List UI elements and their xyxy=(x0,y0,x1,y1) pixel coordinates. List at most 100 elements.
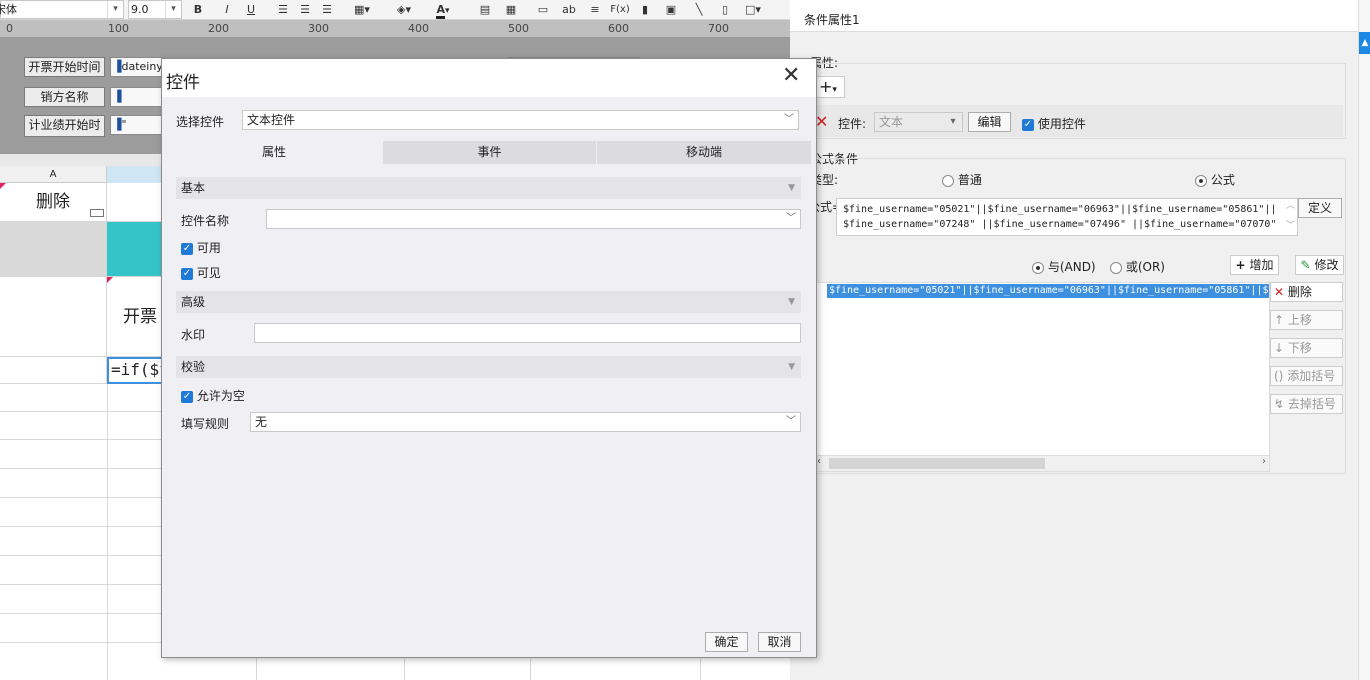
align-right-button[interactable]: ☰ xyxy=(318,1,336,19)
formula-button[interactable]: F(x) xyxy=(608,1,632,19)
edit-button[interactable]: 编辑 xyxy=(968,112,1011,132)
section-basic[interactable]: 基本 ▼ xyxy=(176,177,801,199)
section-advanced[interactable]: 高级 ▼ xyxy=(176,291,801,313)
remove-property-icon[interactable]: ✕ xyxy=(815,112,828,131)
scroll-left-icon[interactable]: ‹ xyxy=(817,456,821,467)
scroll-down-icon[interactable]: ﹀ xyxy=(1286,219,1295,234)
tab-mobile[interactable]: 移动端 xyxy=(597,141,811,164)
add-property-button[interactable]: +▾ xyxy=(813,76,845,98)
formula-textarea[interactable]: $fine_username="05021"||$fine_username="… xyxy=(836,198,1298,236)
ruler-tick: 700 xyxy=(708,22,729,35)
fill-rule-select[interactable]: 无 ﹀ xyxy=(250,412,801,432)
add-condition-button[interactable]: + 增加 xyxy=(1230,255,1279,275)
define-button[interactable]: 定义 xyxy=(1298,198,1342,218)
control-type-select[interactable]: 文本控件 ﹀ xyxy=(242,110,799,130)
enabled-checkbox[interactable]: ✓ 可用 xyxy=(181,239,221,256)
tab-events[interactable]: 事件 xyxy=(383,141,596,164)
align-center-button[interactable]: ☰ xyxy=(296,1,314,19)
radio-icon xyxy=(1110,261,1122,274)
font-name-select[interactable]: 宋体 ▾ xyxy=(0,0,124,19)
param-widget[interactable]: ▐ xyxy=(110,87,165,107)
cell[interactable] xyxy=(0,222,107,277)
align-right-icon: ☰ xyxy=(322,3,332,16)
cancel-button[interactable]: 取消 xyxy=(758,632,801,652)
font-color-button[interactable]: A▾ xyxy=(428,1,458,19)
tab-properties[interactable]: 属性 xyxy=(166,141,382,164)
align-left-button[interactable]: ☰ xyxy=(274,1,292,19)
modify-condition-button[interactable]: ✎ 修改 xyxy=(1295,255,1344,275)
fill-color-button[interactable]: ◈▾ xyxy=(392,1,416,19)
scroll-thumb[interactable] xyxy=(829,458,1045,469)
h-scrollbar[interactable]: ‹ › xyxy=(817,455,1269,471)
text-button[interactable]: ab xyxy=(558,1,580,19)
param-label[interactable]: 开票开始时间 xyxy=(24,57,105,77)
add-bracket-button[interactable]: () 添加括号 xyxy=(1270,366,1343,386)
param-widget[interactable]: ▐" xyxy=(110,115,165,135)
control-type-value: 文本 xyxy=(879,115,904,129)
image-button[interactable]: ▣ xyxy=(662,1,680,19)
cell-formula-selected[interactable]: =if($f xyxy=(107,357,163,384)
close-icon[interactable]: ✕ xyxy=(782,63,800,88)
italic-button[interactable]: I xyxy=(218,1,236,19)
bold-button[interactable]: B xyxy=(189,1,207,19)
right-scroll-strip: ▲ xyxy=(1358,0,1370,680)
scroll-up-icon[interactable]: ︿ xyxy=(1286,199,1295,214)
move-down-button[interactable]: ↓ 下移 xyxy=(1270,338,1343,358)
enabled-label: 可用 xyxy=(196,241,221,255)
font-size-select[interactable]: 9.0 ▾ xyxy=(128,0,182,19)
param-label[interactable]: 计业绩开始时 xyxy=(24,115,105,137)
normal-radio[interactable]: 普通 xyxy=(942,171,982,188)
underline-button[interactable]: U xyxy=(242,1,260,19)
ruler-tick: 0 xyxy=(6,22,13,35)
more-button[interactable]: □▾ xyxy=(740,1,766,19)
border-button[interactable]: ▦▾ xyxy=(350,1,374,19)
column-header-a[interactable]: A xyxy=(0,166,107,183)
bracket-icon: () xyxy=(1274,369,1284,383)
cell-invoice[interactable]: 开票 xyxy=(107,277,163,357)
delete-icon: ✕ xyxy=(1274,285,1285,299)
cell-teal[interactable] xyxy=(107,222,163,277)
panel-title: 条件属性1 xyxy=(804,13,860,27)
ok-button[interactable]: 确定 xyxy=(705,632,748,652)
ruler-tick: 500 xyxy=(508,22,529,35)
control-type-select[interactable]: 文本 ▾ xyxy=(874,112,963,132)
param-widget[interactable]: ▐dateiny xyxy=(110,57,165,77)
and-radio[interactable]: 与(AND) xyxy=(1032,258,1096,275)
modify-icon: ✎ xyxy=(1300,258,1311,272)
column-header-b[interactable] xyxy=(107,166,163,183)
section-validation[interactable]: 校验 ▼ xyxy=(176,356,801,378)
cell-marker xyxy=(107,277,113,283)
align-left-icon: ☰ xyxy=(278,3,288,16)
visible-checkbox[interactable]: ✓ 可见 xyxy=(181,264,221,281)
remove-bracket-button[interactable]: ↯ 去掉括号 xyxy=(1270,394,1343,414)
cell[interactable] xyxy=(0,357,107,384)
text-field-button[interactable]: ▭ xyxy=(534,1,552,19)
condition-item-selected[interactable]: $fine_username="05021"||$fine_username="… xyxy=(827,284,1269,298)
slash-button[interactable]: ╲ xyxy=(690,1,708,19)
cell[interactable] xyxy=(0,277,107,357)
arrow-up-icon: ↑ xyxy=(1274,313,1285,327)
formula-radio[interactable]: 公式 xyxy=(1195,171,1235,188)
split-button[interactable]: ▦ xyxy=(502,1,520,19)
wrap-button[interactable]: ≡ xyxy=(586,1,604,19)
image-icon: ▣ xyxy=(665,3,677,16)
watermark-label: 水印 xyxy=(181,328,206,342)
formula-line: $fine_username="05021"||$fine_username="… xyxy=(843,204,1277,215)
or-radio[interactable]: 或(OR) xyxy=(1110,258,1165,275)
check-icon: ✓ xyxy=(181,267,193,280)
chart-button[interactable]: ▮ xyxy=(636,1,654,19)
move-up-button[interactable]: ↑ 上移 xyxy=(1270,310,1343,330)
doc-button[interactable]: ▯ xyxy=(716,1,734,19)
cell[interactable] xyxy=(107,183,163,222)
section-validation-label: 校验 xyxy=(181,360,206,374)
use-control-checkbox[interactable]: ✓ 使用控件 xyxy=(1022,115,1086,132)
control-name-input[interactable]: ﹀ xyxy=(266,209,801,229)
collapse-up-icon[interactable]: ▲ xyxy=(1359,32,1370,54)
merge-button[interactable]: ▤ xyxy=(476,1,494,19)
watermark-input[interactable] xyxy=(254,323,801,343)
allow-empty-checkbox[interactable]: ✓ 允许为空 xyxy=(181,387,245,404)
scroll-right-icon[interactable]: › xyxy=(1262,456,1266,467)
param-label[interactable]: 销方名称 xyxy=(24,87,105,107)
delete-condition-button[interactable]: ✕ 删除 xyxy=(1270,282,1343,302)
fill-rule-label: 填写规则 xyxy=(181,417,230,431)
